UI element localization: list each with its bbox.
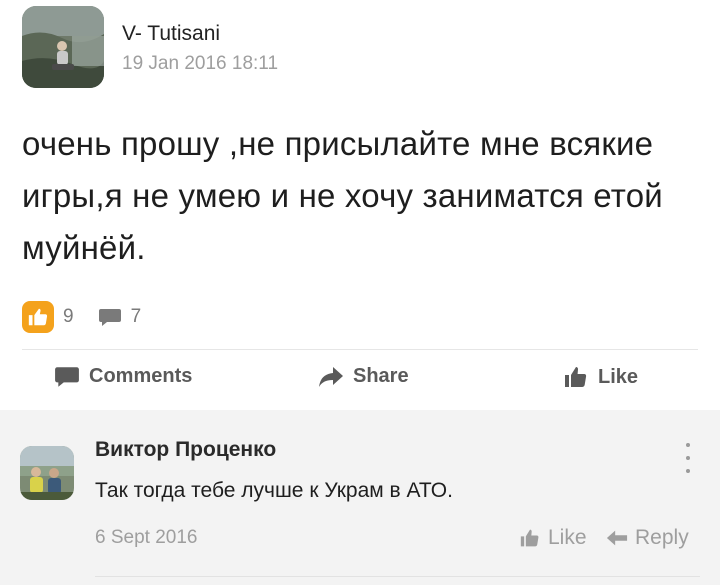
- share-button-label: Share: [353, 365, 409, 387]
- post-card: V- Tutisani 19 Jan 2016 18:11 очень прош…: [0, 0, 720, 410]
- comments-button[interactable]: Comments: [54, 365, 192, 388]
- comment-timestamp: 6 Sept 2016: [95, 527, 198, 548]
- post-author-name[interactable]: V- Tutisani: [122, 22, 220, 46]
- post-timestamp: 19 Jan 2016 18:11: [122, 53, 279, 74]
- comment-like-button[interactable]: Like: [519, 526, 587, 550]
- comments-count-group[interactable]: 7: [98, 306, 142, 328]
- likes-count: 9: [63, 306, 74, 327]
- like-button[interactable]: Like: [563, 365, 638, 389]
- comment-reply-label: Reply: [635, 526, 689, 549]
- commenter-name[interactable]: Виктор Проценко: [95, 438, 276, 462]
- speech-bubble-icon: [98, 309, 121, 326]
- reply-arrow-icon: [606, 530, 628, 546]
- thumbs-up-icon[interactable]: [22, 301, 54, 333]
- like-button-label: Like: [598, 365, 639, 388]
- comment-reply-button[interactable]: Reply: [606, 526, 689, 550]
- share-arrow-icon: [319, 366, 343, 387]
- more-vertical-icon[interactable]: [680, 440, 696, 476]
- author-avatar[interactable]: [22, 6, 104, 88]
- comment-text: Так тогда тебе лучше к Украм в АТО.: [95, 479, 453, 502]
- thumbs-up-icon: [520, 529, 539, 547]
- avatar-photo: [22, 6, 104, 88]
- comment-like-label: Like: [548, 526, 587, 549]
- thumbs-up-icon: [565, 367, 587, 387]
- comments-count: 7: [130, 306, 142, 327]
- commenter-avatar[interactable]: [20, 446, 74, 500]
- divider: [22, 349, 698, 350]
- comments-section: Виктор Проценко Так тогда тебе лучше к У…: [0, 410, 720, 585]
- speech-bubble-icon: [55, 366, 79, 387]
- post-text: очень прошу ,не присылайте мне всякие иг…: [22, 125, 663, 266]
- post-actions-bar: Comments Share Like: [0, 355, 720, 407]
- post-stats: 9 7: [22, 300, 141, 334]
- divider: [95, 576, 700, 577]
- comments-button-label: Comments: [89, 365, 193, 387]
- share-button[interactable]: Share: [318, 365, 409, 388]
- commenter-photo: [20, 446, 74, 500]
